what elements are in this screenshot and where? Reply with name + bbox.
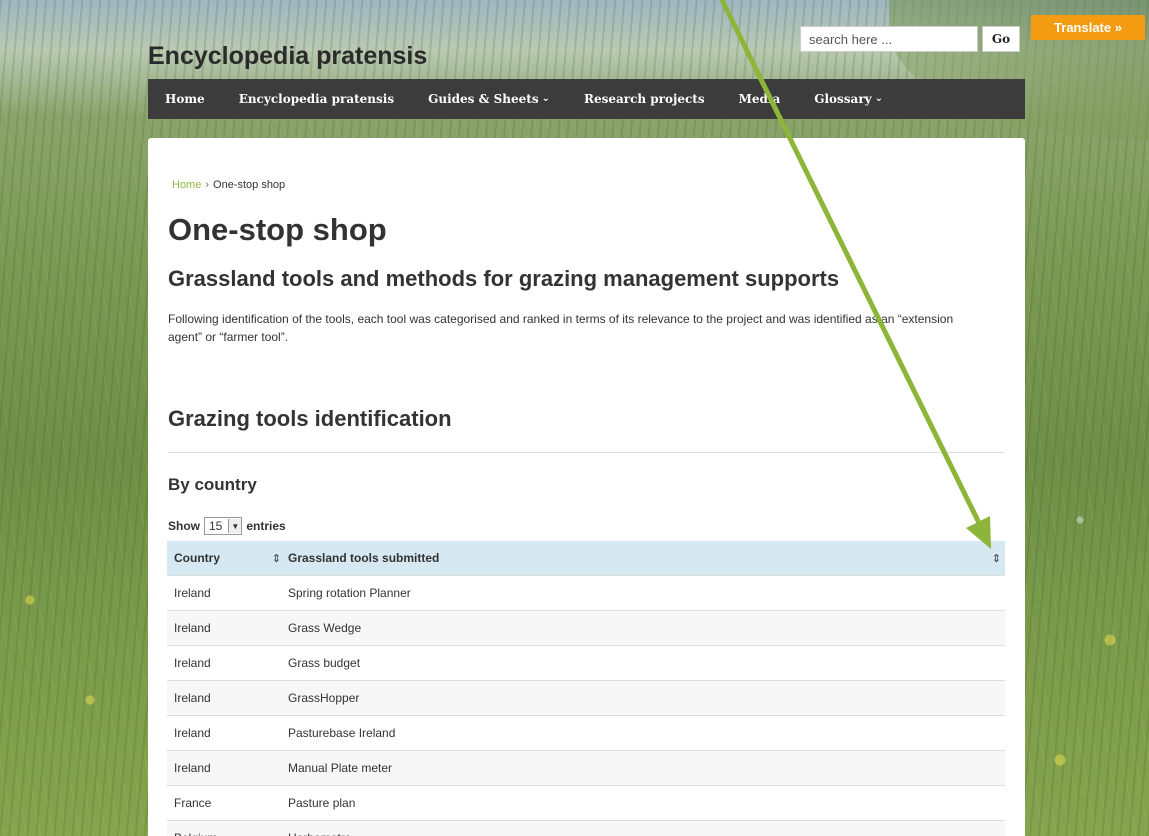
entries-select[interactable]: 15 ▼: [204, 517, 243, 535]
table-row: Ireland Pasturebase Ireland: [167, 715, 1005, 751]
dropdown-arrow-icon[interactable]: ▼: [228, 519, 242, 533]
cell-tool: Pasture plan: [281, 785, 1005, 821]
cell-tool: Herbometre: [281, 820, 1005, 836]
breadcrumb-current: One-stop shop: [213, 179, 286, 191]
column-header-tools[interactable]: Grassland tools submitted ⇕: [281, 541, 1005, 576]
cell-tool: Grass Wedge: [281, 610, 1005, 646]
section-title: Grazing tools identification: [168, 406, 452, 431]
cell-tool: Spring rotation Planner: [281, 575, 1005, 611]
nav-item-label: Encyclopedia pratensis: [238, 92, 395, 106]
column-header-label: Grassland tools submitted: [288, 551, 440, 565]
cell-country: Ireland: [167, 715, 281, 751]
cell-country: France: [167, 785, 281, 821]
search-go-button[interactable]: Go: [982, 26, 1020, 52]
cell-tool: Pasturebase Ireland: [281, 715, 1005, 751]
grazing-tools-table: Country ⇕ Grassland tools submitted ⇕ Ir…: [167, 541, 1005, 836]
table-row: Ireland Grass Wedge: [167, 610, 1005, 646]
cell-country: Belgium: [167, 820, 281, 836]
nav-item-encyclopedia-pratensis[interactable]: Encyclopedia pratensis: [222, 79, 411, 119]
breadcrumb: Home › One-stop shop: [172, 179, 285, 191]
page-subtitle: Grassland tools and methods for grazing …: [168, 266, 840, 291]
nav-item-label: Home: [165, 92, 205, 106]
section-divider: [168, 452, 1005, 453]
chevron-down-icon: ⌄: [874, 93, 884, 104]
nav-item-label: Glossary: [814, 92, 872, 106]
table-row: Belgium Herbometre: [167, 820, 1005, 836]
cell-country: Ireland: [167, 610, 281, 646]
content-panel: Home › One-stop shop One-stop shop Grassla…: [148, 138, 1025, 836]
entries-select-value: 15: [209, 519, 223, 533]
main-navbar: Home Encyclopedia pratensis Guides & She…: [148, 79, 1025, 119]
nav-item-label: Guides & Sheets: [428, 92, 539, 106]
nav-item-label: Media: [738, 92, 781, 106]
intro-paragraph: Following identification of the tools, e…: [168, 312, 954, 344]
table-row: Ireland Spring rotation Planner: [167, 575, 1005, 611]
breadcrumb-separator: ›: [205, 179, 210, 191]
entries-label: entries: [246, 519, 286, 533]
cell-country: Ireland: [167, 750, 281, 786]
table-header-row: Country ⇕ Grassland tools submitted ⇕: [167, 541, 1005, 576]
table-row: Ireland Grass budget: [167, 645, 1005, 681]
translate-button[interactable]: Translate »: [1031, 15, 1145, 40]
table-row: Ireland GrassHopper: [167, 680, 1005, 716]
page-title: One-stop shop: [168, 212, 387, 247]
sort-icon[interactable]: ⇕: [272, 552, 281, 565]
chevron-down-icon: ⌄: [541, 93, 550, 104]
site-title[interactable]: Encyclopedia pratensis: [148, 42, 427, 71]
table-row: France Pasture plan: [167, 785, 1005, 821]
show-label: Show: [168, 519, 200, 533]
search-input[interactable]: [800, 26, 978, 52]
nav-item-guides-sheets[interactable]: Guides & Sheets ⌄: [411, 79, 567, 119]
entries-length-control: Show 15 ▼ entries: [168, 517, 286, 535]
nav-item-glossary[interactable]: Glossary ⌄: [797, 79, 900, 119]
column-header-country[interactable]: Country ⇕: [167, 541, 281, 576]
cell-tool: Manual Plate meter: [281, 750, 1005, 786]
cell-country: Ireland: [167, 680, 281, 716]
cell-tool: Grass budget: [281, 645, 1005, 681]
cell-country: Ireland: [167, 575, 281, 611]
subsection-title: By country: [168, 475, 257, 494]
cell-tool: GrassHopper: [281, 680, 1005, 716]
nav-item-research-projects[interactable]: Research projects: [567, 79, 722, 119]
cell-country: Ireland: [167, 645, 281, 681]
nav-item-media[interactable]: Media: [722, 79, 798, 119]
sort-icon[interactable]: ⇕: [992, 552, 1001, 565]
table-row: Ireland Manual Plate meter: [167, 750, 1005, 786]
column-header-label: Country: [174, 551, 220, 565]
breadcrumb-home-link[interactable]: Home: [172, 179, 201, 191]
nav-item-home[interactable]: Home: [148, 79, 222, 119]
nav-item-label: Research projects: [583, 92, 705, 106]
